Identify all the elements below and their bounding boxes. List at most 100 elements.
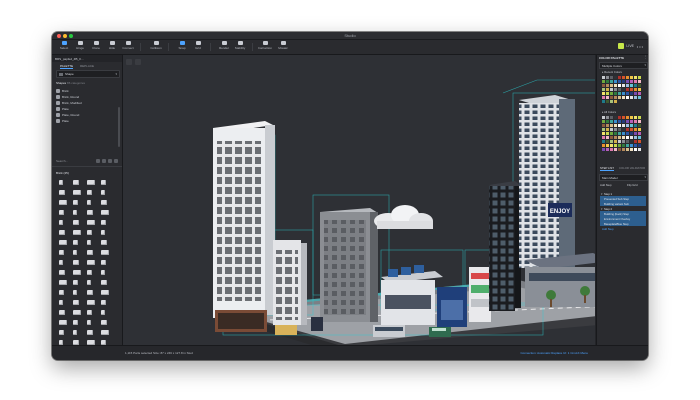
tab-step-list[interactable]: STEP LIST bbox=[600, 166, 614, 171]
color-swatch[interactable] bbox=[638, 120, 641, 123]
color-swatch[interactable] bbox=[622, 128, 625, 131]
color-swatch[interactable] bbox=[606, 132, 609, 135]
color-swatch[interactable] bbox=[602, 84, 605, 87]
color-swatch[interactable] bbox=[602, 76, 605, 79]
brick-part-icon[interactable] bbox=[58, 298, 67, 307]
color-swatch[interactable] bbox=[630, 88, 633, 91]
color-swatch[interactable] bbox=[618, 124, 621, 127]
color-swatch[interactable] bbox=[626, 140, 629, 143]
color-swatch[interactable] bbox=[638, 88, 641, 91]
color-swatch[interactable] bbox=[614, 144, 617, 147]
brick-part-icon[interactable] bbox=[100, 308, 109, 317]
color-swatch[interactable] bbox=[606, 100, 609, 103]
brick-part-icon[interactable] bbox=[58, 308, 67, 317]
shapes-scrollbar[interactable] bbox=[118, 107, 120, 147]
color-swatch[interactable] bbox=[614, 148, 617, 151]
brick-part-icon[interactable] bbox=[100, 208, 109, 217]
stability-button[interactable]: Stability bbox=[232, 41, 248, 53]
color-swatch[interactable] bbox=[606, 124, 609, 127]
instruction-button[interactable]: Instruction bbox=[257, 41, 273, 53]
color-swatch[interactable] bbox=[634, 144, 637, 147]
brick-part-icon[interactable] bbox=[58, 328, 67, 337]
brick-part-icon[interactable] bbox=[72, 198, 81, 207]
color-swatch[interactable] bbox=[626, 144, 629, 147]
brick-part-icon[interactable] bbox=[72, 318, 81, 327]
add-step-link[interactable]: Add Step bbox=[602, 227, 614, 231]
color-swatch[interactable] bbox=[610, 76, 613, 79]
color-swatch[interactable] bbox=[610, 144, 613, 147]
color-swatch[interactable] bbox=[638, 80, 641, 83]
color-swatch[interactable] bbox=[618, 80, 621, 83]
brick-part-icon[interactable] bbox=[100, 288, 109, 297]
color-swatch[interactable] bbox=[606, 92, 609, 95]
color-swatch[interactable] bbox=[622, 124, 625, 127]
color-swatch[interactable] bbox=[622, 144, 625, 147]
color-swatch[interactable] bbox=[630, 148, 633, 151]
part-search[interactable]: Search... bbox=[56, 158, 118, 164]
more-options-icon[interactable]: ••• bbox=[637, 44, 644, 49]
brick-part-icon[interactable] bbox=[72, 268, 81, 277]
color-swatch[interactable] bbox=[618, 96, 621, 99]
brick-part-icon[interactable] bbox=[58, 248, 67, 257]
color-swatch[interactable] bbox=[602, 124, 605, 127]
brick-part-icon[interactable] bbox=[86, 288, 95, 297]
brick-part-icon[interactable] bbox=[72, 278, 81, 287]
palette-options-icon[interactable]: ⋮ bbox=[644, 55, 648, 59]
color-swatch[interactable] bbox=[638, 136, 641, 139]
color-swatch[interactable] bbox=[634, 128, 637, 131]
color-swatch[interactable] bbox=[638, 148, 641, 151]
color-swatch[interactable] bbox=[626, 96, 629, 99]
3d-viewport[interactable]: ENJOY bbox=[123, 55, 595, 345]
color-swatch[interactable] bbox=[610, 148, 613, 151]
color-swatch[interactable] bbox=[610, 124, 613, 127]
brick-part-icon[interactable] bbox=[72, 208, 81, 217]
color-swatch[interactable] bbox=[626, 116, 629, 119]
brick-part-icon[interactable] bbox=[86, 298, 95, 307]
color-swatch[interactable] bbox=[610, 136, 613, 139]
palette-select[interactable]: Shape ▾ bbox=[56, 70, 120, 78]
color-swatch[interactable] bbox=[626, 84, 629, 87]
color-swatch[interactable] bbox=[606, 148, 609, 151]
brick-part-icon[interactable] bbox=[58, 278, 67, 287]
settings-icon[interactable] bbox=[114, 158, 118, 163]
hinge-tool-button[interactable]: Hinge bbox=[72, 41, 88, 53]
color-swatch[interactable] bbox=[602, 144, 605, 147]
connection-status[interactable]: Connection: Automatic Replace UI: 1 Cmd-… bbox=[520, 351, 588, 355]
brick-part-icon[interactable] bbox=[58, 318, 67, 327]
color-swatch[interactable] bbox=[622, 116, 625, 119]
color-swatch[interactable] bbox=[614, 76, 617, 79]
color-swatch[interactable] bbox=[638, 84, 641, 87]
color-swatch[interactable] bbox=[638, 76, 641, 79]
tab-replace[interactable]: REPLACE bbox=[80, 64, 94, 68]
brick-part-icon[interactable] bbox=[72, 308, 81, 317]
brick-part-icon[interactable] bbox=[72, 258, 81, 267]
search-input[interactable]: Search... bbox=[56, 159, 68, 163]
brick-part-icon[interactable] bbox=[86, 308, 95, 317]
brick-part-icon[interactable] bbox=[72, 288, 81, 297]
brick-part-icon[interactable] bbox=[100, 218, 109, 227]
brick-part-icon[interactable] bbox=[72, 178, 81, 187]
add-step-button[interactable]: Add Step bbox=[600, 183, 612, 187]
color-swatch[interactable] bbox=[602, 132, 605, 135]
render-button[interactable]: Render bbox=[216, 41, 232, 53]
shape-item[interactable]: Brick, Modified bbox=[56, 100, 118, 105]
color-swatch[interactable] bbox=[626, 88, 629, 91]
brick-part-icon[interactable] bbox=[58, 258, 67, 267]
color-swatch[interactable] bbox=[610, 100, 613, 103]
color-swatch[interactable] bbox=[610, 116, 613, 119]
color-swatch[interactable] bbox=[602, 80, 605, 83]
color-swatch[interactable] bbox=[634, 84, 637, 87]
color-swatch[interactable] bbox=[602, 128, 605, 131]
brick-part-icon[interactable] bbox=[86, 218, 95, 227]
color-swatch[interactable] bbox=[638, 132, 641, 135]
color-swatch[interactable] bbox=[618, 136, 621, 139]
brick-part-icon[interactable] bbox=[100, 278, 109, 287]
color-swatch[interactable] bbox=[618, 84, 621, 87]
color-swatch[interactable] bbox=[638, 144, 641, 147]
color-swatch[interactable] bbox=[606, 84, 609, 87]
color-swatch[interactable] bbox=[618, 116, 621, 119]
color-swatch[interactable] bbox=[602, 116, 605, 119]
shape-item[interactable]: Plate, Round bbox=[56, 112, 118, 117]
color-swatch[interactable] bbox=[614, 84, 617, 87]
color-swatch[interactable] bbox=[602, 96, 605, 99]
